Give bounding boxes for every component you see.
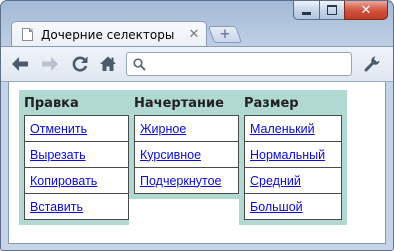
- list-item: Средний: [245, 168, 341, 194]
- menu-column-style: Начертание Жирное Курсивное Подчеркнутое: [129, 90, 239, 199]
- menu-link-underline[interactable]: Подчеркнутое: [140, 174, 221, 188]
- home-button[interactable]: [97, 53, 119, 75]
- close-window-button[interactable]: ✕: [344, 1, 388, 20]
- address-input[interactable]: [151, 55, 346, 73]
- maximize-button[interactable]: [319, 1, 344, 20]
- list-item: Подчеркнутое: [135, 168, 238, 194]
- column-heading: Правка: [24, 96, 79, 111]
- arrow-left-icon: [12, 57, 28, 71]
- menu: Правка Отменить Вырезать Копировать Вста…: [19, 90, 347, 225]
- list-item: Вырезать: [25, 142, 128, 168]
- menu-link-bold[interactable]: Жирное: [140, 122, 186, 136]
- list-item: Курсивное: [135, 142, 238, 168]
- address-bar[interactable]: [126, 52, 352, 76]
- tab-active[interactable]: Дочерние селекторы ✕: [11, 21, 207, 47]
- list-item: Жирное: [135, 116, 238, 142]
- item-list: Жирное Курсивное Подчеркнутое: [134, 115, 239, 194]
- menu-column-size: Размер Маленький Нормальный Средний Боль…: [239, 90, 347, 225]
- menu-link-small[interactable]: Маленький: [250, 122, 315, 136]
- column-heading: Начертание: [134, 96, 224, 111]
- minimize-icon: [302, 11, 311, 15]
- settings-button[interactable]: [361, 53, 383, 75]
- maximize-icon: [327, 5, 337, 15]
- menu-column-edit: Правка Отменить Вырезать Копировать Вста…: [19, 90, 129, 225]
- list-item: Маленький: [245, 116, 341, 142]
- page-icon: [22, 28, 33, 41]
- new-tab-button[interactable]: +: [207, 26, 243, 43]
- menu-link-italic[interactable]: Курсивное: [140, 148, 201, 162]
- close-icon: ✕: [360, 2, 372, 18]
- page-viewport: Правка Отменить Вырезать Копировать Вста…: [8, 82, 386, 244]
- menu-link-medium[interactable]: Средний: [250, 174, 301, 188]
- plus-icon: +: [219, 27, 231, 42]
- reload-button[interactable]: [69, 53, 91, 75]
- item-list: Маленький Нормальный Средний Большой: [244, 115, 342, 220]
- menu-link-copy[interactable]: Копировать: [30, 174, 97, 188]
- list-item: Отменить: [25, 116, 128, 142]
- menu-link-large[interactable]: Большой: [250, 200, 303, 214]
- wrench-icon: [364, 56, 380, 72]
- toolbar: [1, 46, 393, 82]
- search-icon: [133, 58, 146, 71]
- forward-button[interactable]: [39, 53, 61, 75]
- list-item: Большой: [245, 194, 341, 220]
- menu-link-normal[interactable]: Нормальный: [250, 148, 325, 162]
- list-item: Нормальный: [245, 142, 341, 168]
- list-item: Копировать: [25, 168, 128, 194]
- item-list: Отменить Вырезать Копировать Вставить: [24, 115, 129, 220]
- home-icon: [100, 56, 116, 71]
- window-controls: ✕: [293, 1, 388, 21]
- tab-title: Дочерние селекторы: [41, 27, 175, 42]
- minimize-button[interactable]: [293, 1, 319, 20]
- menu-link-undo[interactable]: Отменить: [30, 122, 87, 136]
- list-item: Вставить: [25, 194, 128, 220]
- reload-icon: [72, 56, 88, 72]
- browser-window: ✕ Дочерние селекторы ✕ + Правка Отменить…: [0, 0, 394, 251]
- column-heading: Размер: [244, 96, 299, 111]
- arrow-right-icon: [42, 57, 58, 71]
- menu-link-paste[interactable]: Вставить: [30, 200, 83, 214]
- back-button[interactable]: [9, 53, 31, 75]
- menu-link-cut[interactable]: Вырезать: [30, 148, 86, 162]
- tab-close-icon[interactable]: ✕: [188, 28, 200, 41]
